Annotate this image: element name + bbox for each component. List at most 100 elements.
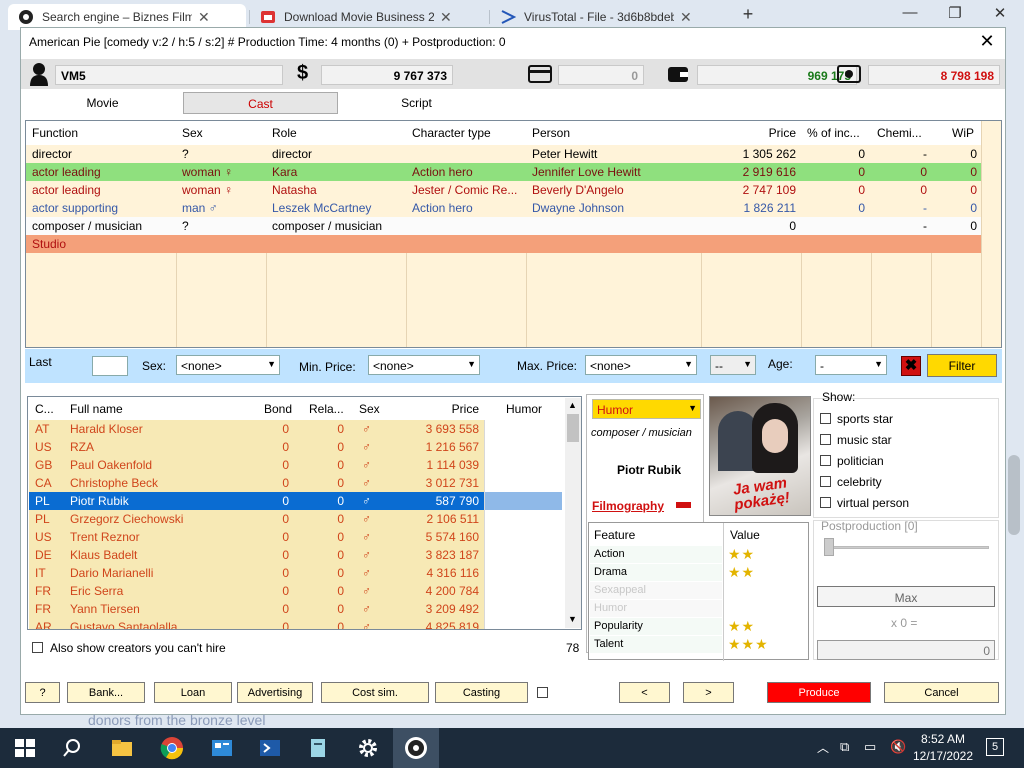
column-header[interactable]: Bond (264, 402, 292, 416)
candidate-cell-bond: 0 (282, 494, 289, 508)
settings-gear-icon[interactable] (356, 736, 380, 760)
scroll-thumb[interactable] (567, 414, 579, 442)
column-header[interactable]: Sex (182, 126, 203, 140)
candidate-row[interactable]: GB Paul Oakenfold 0 0 ♂ 1 114 039 (29, 456, 562, 474)
candidate-row[interactable]: US Trent Reznor 0 0 ♂ 5 574 160 (29, 528, 562, 546)
column-header[interactable]: Function (32, 126, 78, 140)
column-header[interactable]: Price (429, 402, 479, 416)
close-window-button[interactable]: ✕ (985, 4, 1015, 22)
age-range-select[interactable]: -- ▼ (710, 355, 756, 375)
candidate-row[interactable]: CA Christophe Beck 0 0 ♂ 3 012 731 (29, 474, 562, 492)
candidate-row[interactable]: FR Eric Serra 0 0 ♂ 4 200 784 (29, 582, 562, 600)
candidate-cell-c: AR (35, 620, 52, 630)
help-button[interactable]: ? (25, 682, 60, 703)
movie-business-app-icon[interactable] (404, 736, 428, 760)
candidates-scrollbar[interactable]: ▲ ▼ (565, 398, 581, 628)
clear-filter-icon[interactable]: ✖ (901, 356, 921, 376)
notifications-icon[interactable]: 5 (986, 738, 1004, 756)
tab-movie[interactable]: Movie (25, 91, 180, 115)
tab-cast[interactable]: Cast (183, 92, 338, 114)
minimize-button[interactable]: — (895, 4, 925, 21)
browser-scrollbar[interactable] (1008, 455, 1020, 535)
search-icon[interactable] (60, 736, 84, 760)
age-select[interactable]: - ▼ (815, 355, 887, 375)
show-option-checkbox[interactable] (820, 413, 831, 424)
control-panel-icon[interactable] (210, 736, 234, 760)
casting-button[interactable]: Casting (435, 682, 528, 703)
candidate-cell-price: 3 693 558 (425, 422, 479, 436)
loan-button[interactable]: Loan (154, 682, 232, 703)
candidate-row[interactable]: US RZA 0 0 ♂ 1 216 567 (29, 438, 562, 456)
close-icon[interactable]: ✕ (680, 9, 692, 26)
cast-row[interactable]: actor supporting man ♂ Leszek McCartney Act… (26, 199, 981, 217)
scroll-down-icon: ▼ (568, 614, 577, 624)
cast-row[interactable]: composer / musician? composer / musician 0… (26, 217, 981, 235)
column-header[interactable]: WiP (952, 126, 974, 140)
maximize-button[interactable]: ❐ (940, 4, 970, 22)
produce-button[interactable]: Produce (767, 682, 871, 703)
cast-cell-role: director (272, 147, 313, 161)
max-price-select[interactable]: <none> ▼ (585, 355, 697, 375)
column-header[interactable]: Role (272, 126, 297, 140)
column-header[interactable]: C... (35, 402, 54, 416)
genre-select[interactable]: Humor ▼ (592, 399, 701, 419)
column-header[interactable]: Chemi... (877, 126, 927, 140)
bank-button[interactable]: Bank... (67, 682, 145, 703)
column-header[interactable]: Rela... (309, 402, 344, 416)
close-icon[interactable]: ✕ (440, 9, 452, 26)
candidate-row[interactable]: AR Gustavo Santaolalla 0 0 ♂ 4 825 819 (29, 618, 562, 630)
cost-sim-button[interactable]: Cost sim. (321, 682, 429, 703)
tab-script[interactable]: Script (339, 91, 494, 115)
candidate-row[interactable]: DE Klaus Badelt 0 0 ♂ 3 823 187 (29, 546, 562, 564)
column-header[interactable]: Character type (412, 126, 491, 140)
column-header[interactable]: % of inc... (807, 126, 867, 140)
column-header[interactable]: Person (532, 126, 570, 140)
previous-button[interactable]: < (619, 682, 670, 703)
column-header[interactable]: Price (706, 126, 796, 140)
powershell-icon[interactable] (258, 736, 282, 760)
last-input[interactable] (92, 356, 128, 376)
show-option-checkbox[interactable] (820, 455, 831, 466)
max-button[interactable]: Max (817, 586, 995, 607)
column-header[interactable]: Humor (506, 402, 542, 416)
new-tab-button[interactable]: + (733, 4, 763, 25)
volume-icon[interactable]: 🔇 (890, 739, 906, 755)
notebook-icon[interactable] (306, 736, 330, 760)
sex-select[interactable]: <none> ▼ (176, 355, 280, 375)
postproduction-slider[interactable] (826, 546, 989, 549)
clock-time[interactable]: 8:52 AM (912, 732, 974, 746)
windows-start-icon[interactable] (13, 736, 37, 760)
candidate-row[interactable]: FR Yann Tiersen 0 0 ♂ 3 209 492 (29, 600, 562, 618)
dialog-close-button[interactable]: ✕ (975, 31, 999, 52)
cancel-button[interactable]: Cancel (884, 682, 999, 703)
filter-button[interactable]: Filter (927, 354, 997, 377)
slider-thumb[interactable] (824, 538, 834, 556)
advertising-button[interactable]: Advertising (237, 682, 313, 703)
candidate-row[interactable]: IT Dario Marianelli 0 0 ♂ 4 316 116 (29, 564, 562, 582)
cast-row[interactable]: actor leading woman ♀ Natasha Jester / Comi… (26, 181, 981, 199)
show-option-checkbox[interactable] (820, 497, 831, 508)
cast-row[interactable]: Studio (26, 235, 981, 253)
chevron-up-icon[interactable]: ︿ (817, 739, 829, 756)
candidate-row[interactable]: PL Grzegorz Ciechowski 0 0 ♂ 2 106 511 (29, 510, 562, 528)
file-explorer-icon[interactable] (110, 736, 134, 760)
show-option-checkbox[interactable] (820, 476, 831, 487)
network-icon[interactable]: ⧉ (840, 739, 849, 755)
clock-date[interactable]: 12/17/2022 (906, 749, 980, 763)
candidate-row[interactable]: AT Harald Kloser 0 0 ♂ 3 693 558 (29, 420, 562, 438)
candidate-row[interactable]: PL Piotr Rubik 0 0 ♂ 587 790 (29, 492, 562, 510)
column-header[interactable]: Full name (70, 402, 123, 416)
close-icon[interactable]: ✕ (198, 9, 210, 26)
casting-checkbox[interactable] (537, 687, 548, 698)
min-price-select[interactable]: <none> ▼ (368, 355, 480, 375)
show-option-checkbox[interactable] (820, 434, 831, 445)
filmography-link[interactable]: Filmography (592, 499, 664, 513)
chrome-icon[interactable] (160, 736, 184, 760)
column-header[interactable]: Sex (359, 402, 380, 416)
cast-row[interactable]: director? director Peter Hewitt 1 305 262 0 -… (26, 145, 981, 163)
also-show-checkbox[interactable] (32, 642, 43, 653)
display-icon[interactable]: ▭ (864, 739, 876, 755)
candidate-cell-name: Piotr Rubik (70, 494, 129, 508)
cast-row[interactable]: actor leading woman ♀ Kara Action hero Jenni… (26, 163, 981, 181)
next-button[interactable]: > (683, 682, 734, 703)
